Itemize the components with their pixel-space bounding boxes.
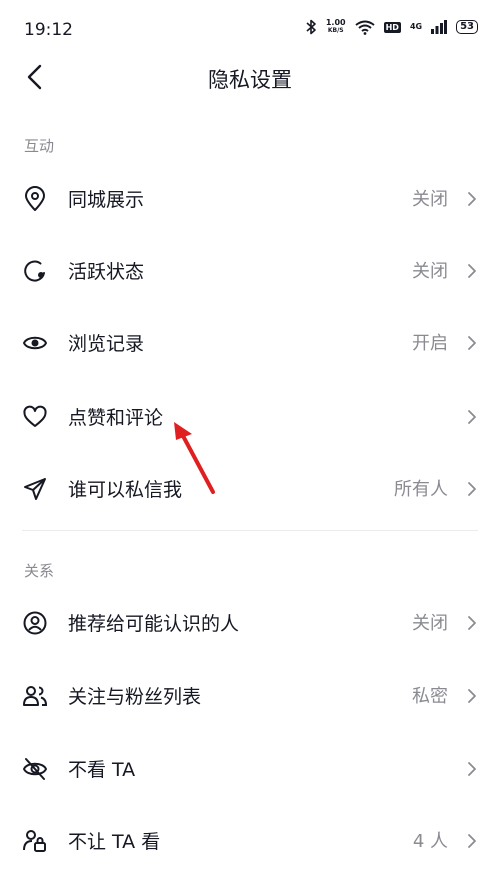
- row-hide-their-posts[interactable]: 不看 TA: [0, 738, 500, 798]
- row-label: 关注与粉丝列表: [68, 686, 202, 708]
- status-time: 19:12: [24, 20, 73, 40]
- chevron-right-icon: [468, 689, 476, 703]
- chevron-right-icon: [468, 336, 476, 350]
- chevron-right-icon: [468, 192, 476, 206]
- section-label-interaction: 互动: [24, 137, 55, 155]
- chevron-right-icon: [468, 264, 476, 278]
- row-label: 点赞和评论: [68, 407, 164, 429]
- bluetooth-icon: [306, 19, 316, 35]
- row-who-can-message[interactable]: 谁可以私信我 所有人: [0, 458, 500, 518]
- row-browsing-history[interactable]: 浏览记录 开启: [0, 312, 500, 372]
- battery-indicator: 53: [456, 20, 478, 34]
- chevron-right-icon: [468, 616, 476, 630]
- page-title: 隐私设置: [208, 68, 292, 92]
- network-speed-value: 1.00: [325, 18, 346, 27]
- person-circle-icon: [23, 611, 47, 635]
- chevron-right-icon: [468, 482, 476, 496]
- status-bar: 19:12 1.00 KB/S HD 4G 53: [0, 0, 500, 60]
- chevron-right-icon: [468, 834, 476, 848]
- row-value: 关闭: [412, 261, 448, 282]
- person-lock-icon: [23, 830, 46, 852]
- signal-icon: [431, 20, 448, 34]
- send-icon: [24, 478, 46, 500]
- row-active-status[interactable]: 活跃状态 关闭: [0, 240, 500, 300]
- eye-off-icon: [23, 758, 47, 780]
- section-divider: [22, 530, 478, 531]
- chevron-right-icon: [468, 762, 476, 776]
- row-recommend-to-acquaintances[interactable]: 推荐给可能认识的人 关闭: [0, 592, 500, 652]
- activity-status-icon: [24, 260, 45, 282]
- row-label: 不让 TA 看: [68, 831, 161, 853]
- location-pin-icon: [25, 186, 45, 211]
- row-value: 关闭: [412, 613, 448, 634]
- section-label-relations: 关系: [24, 562, 55, 580]
- network-type: 4G: [409, 22, 423, 31]
- annotation-arrow-icon: [174, 422, 215, 494]
- row-value: 关闭: [412, 189, 448, 210]
- nav-bar: 隐私设置: [0, 52, 500, 102]
- row-value: 4 人: [412, 831, 448, 852]
- row-label: 不看 TA: [68, 759, 136, 781]
- row-value: 所有人: [394, 479, 448, 500]
- chevron-right-icon: [468, 410, 476, 424]
- network-speed: 1.00 KB/S: [326, 19, 346, 35]
- wifi-icon: [354, 20, 375, 35]
- row-nearby-display[interactable]: 同城展示 关闭: [0, 168, 500, 228]
- row-follow-fans-list[interactable]: 关注与粉丝列表 私密: [0, 665, 500, 725]
- row-label: 同城展示: [68, 189, 145, 211]
- row-label: 浏览记录: [68, 333, 145, 355]
- heart-icon: [23, 405, 47, 427]
- row-value: 私密: [412, 686, 448, 707]
- hd-badge: HD: [383, 21, 401, 33]
- row-block-viewing[interactable]: 不让 TA 看 4 人: [0, 810, 500, 870]
- eye-icon: [23, 336, 47, 350]
- row-label: 推荐给可能认识的人: [68, 613, 240, 635]
- people-icon: [23, 686, 48, 706]
- row-value: 开启: [412, 333, 448, 354]
- row-likes-comments[interactable]: 点赞和评论: [0, 386, 500, 446]
- row-label: 活跃状态: [68, 261, 145, 283]
- network-speed-unit: KB/S: [327, 27, 344, 34]
- status-icons: 1.00 KB/S HD 4G 53: [305, 19, 478, 35]
